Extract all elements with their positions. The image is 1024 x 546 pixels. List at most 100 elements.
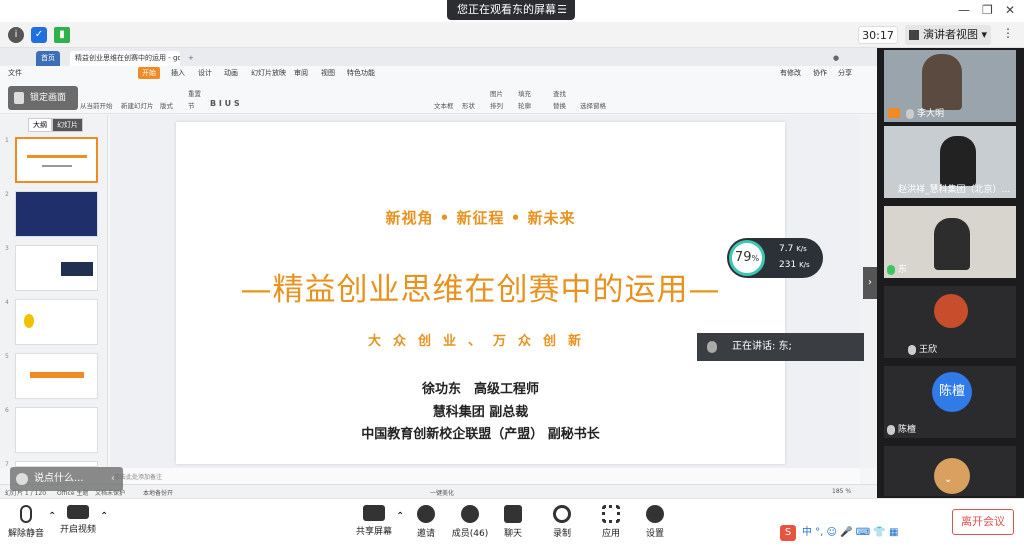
ribbon-outline[interactable]: 轮廓 — [518, 100, 531, 110]
ribbon-from-current[interactable]: 从当前开始 — [80, 100, 113, 110]
participant-tile[interactable]: 王欣 — [884, 286, 1016, 358]
speaking-label: 正在讲话: 东; — [732, 341, 792, 352]
menu-review[interactable]: 审阅 — [294, 67, 308, 79]
ime-toolbar[interactable]: S 中 °, ☺ 🎤 ⌨ 👕 ▦ — [780, 523, 948, 543]
usage-unit: % — [751, 254, 760, 263]
close-icon[interactable]: ✕ — [1005, 3, 1015, 17]
share-button[interactable]: 分享 — [838, 67, 852, 79]
participant-name-text: 东 — [898, 265, 908, 275]
participant-video — [934, 218, 970, 270]
collab-button[interactable]: 协作 — [813, 67, 827, 79]
wps-ribbon: 从当前开始 新建幻灯片 版式 节 重置 文本框 形状 图片 排列 填充 轮廓 查… — [0, 80, 877, 114]
ribbon-selection-pane[interactable]: 选择窗格 — [580, 100, 606, 110]
ribbon-find[interactable]: 查找 — [553, 88, 566, 98]
record-label: 录制 — [552, 529, 571, 539]
thumb-image — [61, 262, 93, 276]
tab-slides[interactable]: 幻灯片 — [52, 118, 83, 132]
thumb-title-bar — [27, 155, 87, 158]
menu-slideshow[interactable]: 幻灯片放映 — [251, 67, 286, 79]
menu-features[interactable]: 特色功能 — [347, 67, 375, 79]
collapse-panel-button[interactable]: › — [863, 267, 877, 299]
modified-status: 有修改 — [780, 69, 801, 77]
menu-file[interactable]: 文件 — [8, 67, 22, 79]
share-screen-button[interactable]: 共享屏幕 — [344, 505, 404, 537]
chevron-down-icon[interactable]: ⌄ — [944, 474, 952, 485]
participant-tile[interactable]: 赵洪祥_慧科集团（北京）... — [884, 126, 1016, 198]
ribbon-reset[interactable]: 重置 — [188, 88, 201, 98]
menu-start[interactable]: 开始 — [138, 67, 160, 79]
menu-view[interactable]: 视图 — [321, 67, 335, 79]
slide-thumbnail[interactable] — [15, 191, 98, 237]
chat-input-bubble[interactable]: 说点什么... ‹ — [10, 467, 123, 491]
tab-outline[interactable]: 大纲 — [28, 118, 52, 132]
mic-icon — [707, 341, 717, 353]
wps-menu-bar: 文件 开始 插入 设计 动画 幻灯片放映 审阅 视图 特色功能 有修改 协作 分… — [0, 66, 877, 80]
slide-title: —精益创业思维在创赛中的运用— — [240, 272, 721, 308]
ribbon-layout[interactable]: 版式 — [160, 100, 173, 110]
menu-insert[interactable]: 插入 — [171, 67, 185, 79]
participant-tile[interactable]: 陈檀 陈檀 — [884, 366, 1016, 438]
ribbon-fill[interactable]: 填充 — [518, 88, 531, 98]
chevron-left-icon[interactable]: ‹ — [111, 467, 115, 491]
beautify-button[interactable]: 一键美化 — [430, 488, 454, 497]
minimize-icon[interactable]: — — [958, 3, 970, 17]
chevron-up-icon[interactable]: ⌃ — [100, 511, 108, 522]
slide-canvas: 新视角 • 新征程 • 新未来 —精益创业思维在创赛中的运用— 大众创业、万众创… — [110, 115, 860, 468]
meeting-info-bar: i ✓ ▮ 30:17 演讲者视图 ▾ ⋮ — [0, 22, 1024, 48]
ribbon-textbox[interactable]: 文本框 — [434, 100, 454, 110]
meeting-timer: 30:17 — [858, 26, 898, 44]
mic-icon — [906, 108, 914, 119]
thumb-number: 2 — [5, 191, 9, 198]
menu-design[interactable]: 设计 — [198, 67, 212, 79]
ribbon-new-slide[interactable]: 新建幻灯片 — [121, 100, 154, 110]
ribbon-arrange[interactable]: 排列 — [490, 100, 503, 110]
tab-document[interactable]: 精益创业思维在创赛中的运用 - gdxu — [70, 51, 180, 66]
network-speed-widget: 79% 7.7 K/s 231 K/s — [727, 238, 823, 278]
ribbon-replace[interactable]: 替换 — [553, 100, 566, 110]
thumb-text-bar — [42, 165, 72, 167]
menu-animation[interactable]: 动画 — [224, 67, 238, 79]
usage-percent: 79 — [734, 250, 752, 265]
list-icon[interactable]: ☰ — [557, 0, 567, 20]
share-banner-text: 您正在观看东的屏幕 — [457, 3, 556, 16]
backup-status: 本地备份开 — [143, 490, 174, 497]
slide-thumbnail[interactable] — [15, 137, 98, 183]
video-button[interactable]: 开启视频 — [48, 505, 108, 535]
restore-icon[interactable]: ❐ — [982, 3, 993, 17]
status-bar: 幻灯片 1 / 120 Office 主题 文档未保护 本地备份开 一键美化 1… — [0, 484, 877, 498]
more-icon[interactable]: ⋮ — [1002, 26, 1014, 40]
sidebar-tabs: 大纲 幻灯片 — [28, 118, 83, 132]
user-icon[interactable]: ● — [828, 51, 844, 66]
slide-presenter: 徐功东 高级工程师 — [421, 382, 539, 397]
new-tab-icon[interactable]: + — [183, 51, 199, 66]
settings-button[interactable]: 设置 — [625, 505, 685, 539]
slide-thumbnail[interactable] — [15, 353, 98, 399]
ribbon-shape[interactable]: 形状 — [462, 100, 475, 110]
lock-screen-button[interactable]: 锁定画面 — [8, 86, 78, 110]
wps-tab-bar: 首页 精益创业思维在创赛中的运用 - gdxu + ● — [0, 48, 877, 66]
signal-icon[interactable]: ▮ — [54, 27, 70, 43]
slide-thumbnail[interactable] — [15, 407, 98, 453]
record-icon — [553, 505, 571, 523]
settings-label: 设置 — [645, 529, 664, 539]
current-slide: 新视角 • 新征程 • 新未来 —精益创业思维在创赛中的运用— 大众创业、万众创… — [176, 122, 785, 464]
mic-icon — [887, 424, 895, 435]
shield-icon[interactable]: ✓ — [31, 27, 47, 43]
notes-field[interactable]: 单击此处添加备注 — [110, 468, 860, 484]
thumb-number: 3 — [5, 245, 9, 252]
ribbon-picture[interactable]: 图片 — [490, 88, 503, 98]
participant-tile[interactable]: 李大明 — [884, 50, 1016, 122]
slide-thumbnail[interactable] — [15, 245, 98, 291]
bold-icon[interactable]: B I U S — [210, 99, 240, 108]
meeting-toolbar: 解除静音 ⌃ 开启视频 ⌃ 共享屏幕 ⌃ 邀请 成员(46) 聊天 录制 应用 … — [0, 498, 1024, 546]
slide-affiliation: 中国教育创新校企联盟（产盟） 副秘书长 — [361, 427, 600, 442]
participant-name-text: 陈檀 — [898, 425, 917, 435]
info-icon[interactable]: i — [8, 27, 24, 43]
leave-meeting-button[interactable]: 离开会议 — [952, 509, 1014, 535]
thumb-number: 6 — [5, 407, 9, 414]
participant-tile[interactable]: ⌄ — [884, 446, 1016, 496]
participant-tile[interactable]: 东 — [884, 206, 1016, 278]
slide-thumbnail[interactable] — [15, 299, 98, 345]
ribbon-section[interactable]: 节 — [188, 100, 195, 110]
tab-home[interactable]: 首页 — [36, 51, 60, 66]
